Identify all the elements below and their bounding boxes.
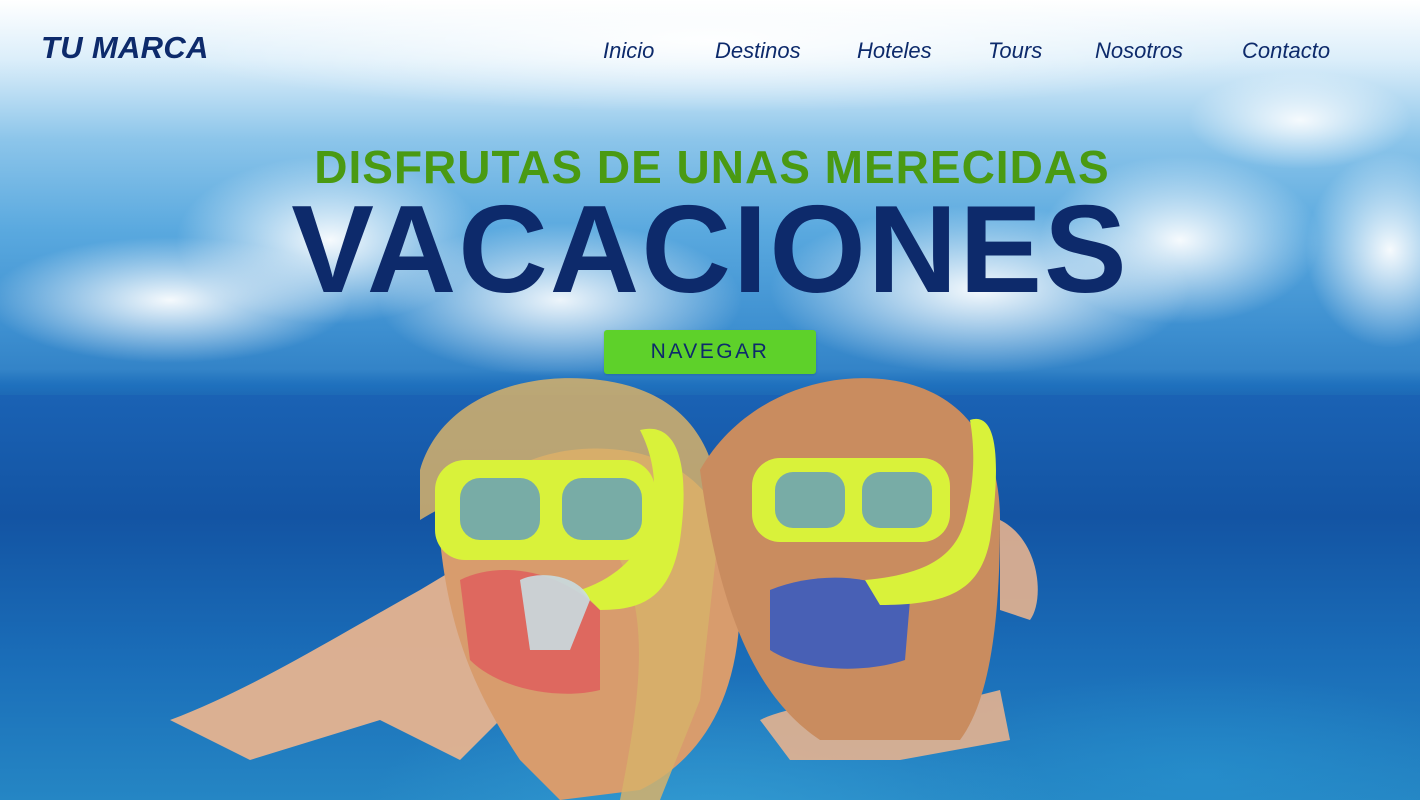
nav-item-inicio[interactable]: Inicio xyxy=(603,38,654,64)
hero-title: VACACIONES xyxy=(291,181,1129,319)
nav-item-hoteles[interactable]: Hoteles xyxy=(857,38,932,64)
left-child-figure xyxy=(170,378,740,800)
right-child-figure xyxy=(700,378,1038,760)
hero-section: TU MARCA Inicio Destinos Hoteles Tours N… xyxy=(0,0,1420,800)
nav-list: Inicio Destinos Hoteles Tours Nosotros C… xyxy=(603,38,1363,68)
nav-item-destinos[interactable]: Destinos xyxy=(715,38,801,64)
nav-item-contacto[interactable]: Contacto xyxy=(1242,38,1330,64)
snorkelers-photo xyxy=(170,378,1038,800)
nav-item-nosotros[interactable]: Nosotros xyxy=(1095,38,1183,64)
brand-logo[interactable]: TU MARCA xyxy=(41,30,209,66)
navegar-button[interactable]: NAVEGAR xyxy=(604,330,816,374)
nav-item-tours[interactable]: Tours xyxy=(988,38,1042,64)
